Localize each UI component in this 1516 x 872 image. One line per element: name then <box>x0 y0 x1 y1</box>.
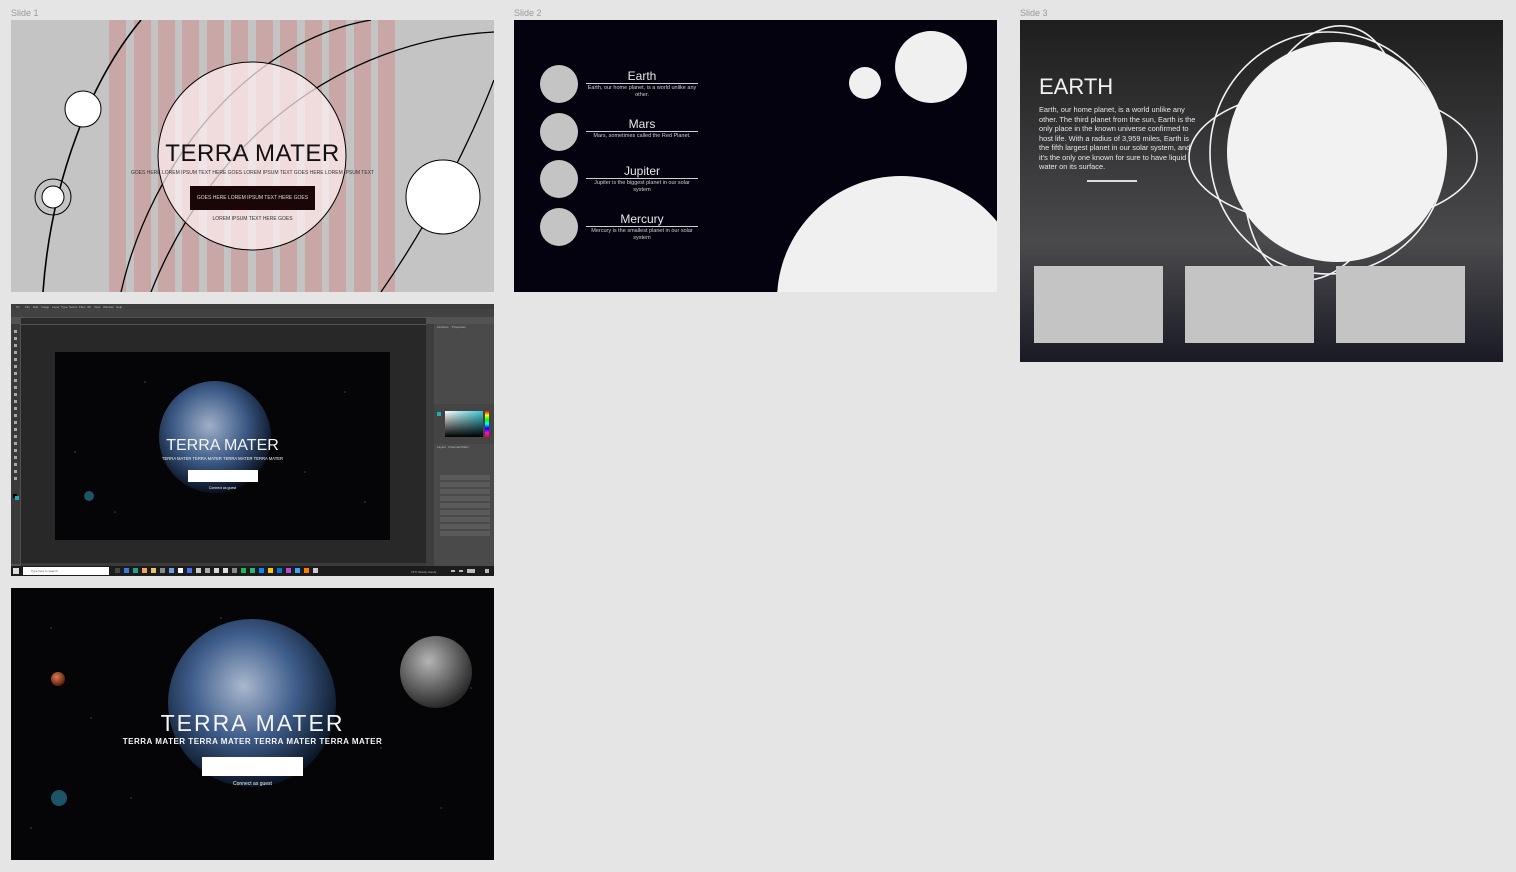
name-input[interactable] <box>202 757 303 776</box>
canvas-guest-link: Connect as guest <box>208 486 237 490</box>
canvas-subtitle: TERRA MATER TERRA MATER TERRA MATER TERR… <box>161 456 284 461</box>
divider <box>586 178 698 179</box>
canvas-title: TERRA MATER <box>166 437 279 454</box>
placeholder-card[interactable] <box>1034 266 1163 343</box>
planet-description: Jupiter is the biggest planet in our sol… <box>594 180 690 193</box>
planet-thumbnail <box>540 113 578 151</box>
planet-thumbnail <box>540 208 578 246</box>
document-tabs[interactable] <box>21 318 426 324</box>
hue-slider[interactable] <box>485 411 489 437</box>
panel-tab[interactable]: Paths <box>461 445 469 449</box>
slide-footer-text: LOREM IPSUM TEXT HERE GOES <box>212 216 293 222</box>
foreground-swatch[interactable] <box>437 412 441 416</box>
taskbar-app-icons[interactable] <box>115 567 325 575</box>
panel-tab[interactable]: Channels <box>448 445 461 449</box>
divider <box>586 226 698 227</box>
cta-button[interactable]: GOES HERE LOREM IPSUM TEXT HERE GOES <box>190 186 315 210</box>
color-picker-field[interactable] <box>445 411 483 437</box>
slide-body-text: Earth, our home planet, is a world unlik… <box>1039 105 1196 171</box>
taskbar-search-box[interactable]: Type here to search <box>23 567 109 575</box>
planet-name: Mars <box>628 117 656 131</box>
divider <box>586 83 698 84</box>
layers-panel[interactable]: Layers Channels Paths <box>434 444 494 566</box>
slide-3-frame[interactable]: EARTH Earth, our home planet, is a world… <box>1020 20 1503 362</box>
system-tray-icons[interactable] <box>451 567 494 575</box>
planet-name: Jupiter <box>623 164 661 178</box>
properties-panel[interactable]: Libraries Properties <box>434 324 494 404</box>
slide-subtitle: TERRA MATER TERRA MATER TERRA MATER TERR… <box>122 737 383 746</box>
windows-start-icon[interactable] <box>13 568 19 574</box>
divider <box>586 131 698 132</box>
taskbar-search-placeholder: Type here to search <box>31 569 58 573</box>
frame-label-slide-3[interactable]: Slide 3 <box>1020 8 1048 18</box>
frame-label-slide-1[interactable]: Slide 1 <box>11 8 39 18</box>
panel-tab[interactable]: Properties <box>452 325 466 329</box>
options-bar[interactable] <box>11 309 494 317</box>
panel-icons-column[interactable] <box>426 324 434 566</box>
planet-thumbnail <box>540 160 578 198</box>
slide-title: TERRA MATER <box>165 140 340 167</box>
guest-link[interactable]: Connect as guest <box>11 781 494 787</box>
slide-title: TERRA MATER <box>160 710 345 736</box>
slide-heading: EARTH <box>1039 74 1114 99</box>
slide-2-frame[interactable]: Earth Earth, our home planet, is a world… <box>514 20 997 292</box>
taskbar-weather[interactable]: 74°F Mostly cloudy <box>411 570 436 574</box>
document-canvas[interactable]: TERRA MATER TERRA MATER TERRA MATER TERR… <box>55 352 390 540</box>
planet-name: Mercury <box>620 212 664 226</box>
planet-name: Earth <box>627 69 657 83</box>
slide-subtitle: GOES HERE LOREM IPSUM TEXT HERE GOES LOR… <box>130 170 375 176</box>
color-panel[interactable] <box>434 404 494 444</box>
slide-1-frame[interactable]: TERRA MATER GOES HERE LOREM IPSUM TEXT H… <box>11 20 494 292</box>
planet-circles <box>777 31 997 292</box>
panel-tab[interactable]: Layers <box>437 445 446 449</box>
canvas-input-box <box>188 470 258 482</box>
placeholder-card[interactable] <box>1185 266 1314 343</box>
panel-tab[interactable]: Libraries <box>437 325 449 329</box>
windows-taskbar[interactable]: Type here to search 74°F Mostly cloudy <box>11 566 494 576</box>
planet-thumbnail <box>540 65 578 103</box>
planet-description: Earth, our home planet, is a world unlik… <box>587 85 697 98</box>
photoshop-screenshot[interactable]: Ps File Edit Image Layer Type Select Fil… <box>11 304 494 576</box>
underline <box>1087 180 1137 182</box>
tools-panel[interactable] <box>11 324 20 564</box>
slide-4-frame[interactable]: TERRA MATER TERRA MATER TERRA MATER TERR… <box>11 588 494 860</box>
planet-description: Mars, sometimes called the Red Planet. <box>593 133 691 139</box>
tools-icons[interactable] <box>11 324 20 524</box>
planet-description: Mercury is the smallest planet in our so… <box>591 228 693 241</box>
frame-label-slide-2[interactable]: Slide 2 <box>514 8 542 18</box>
placeholder-card[interactable] <box>1336 266 1465 343</box>
layers-list[interactable] <box>434 470 494 540</box>
